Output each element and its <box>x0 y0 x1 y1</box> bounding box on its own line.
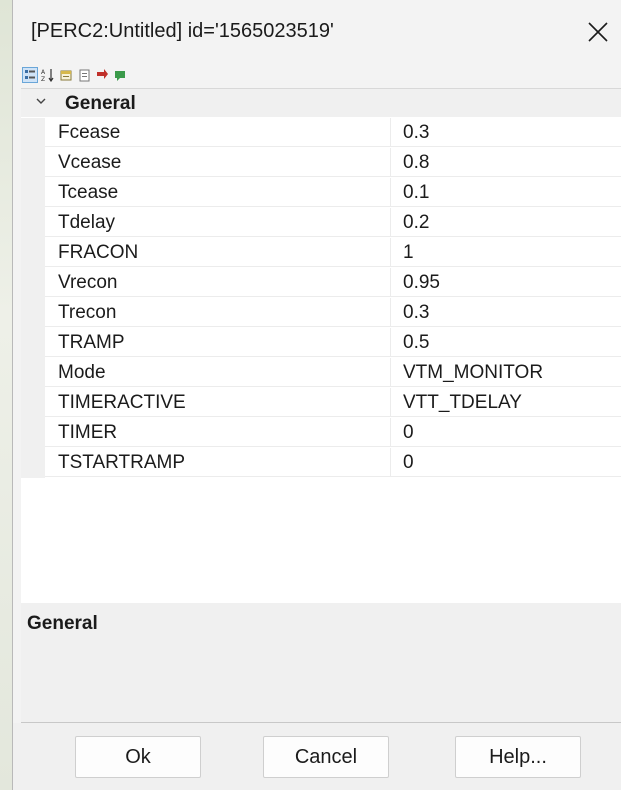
property-row[interactable]: FRACON 1 <box>21 238 621 268</box>
property-name: TSTARTRAMP <box>45 448 391 477</box>
property-name: TIMER <box>45 418 391 447</box>
property-name: Fcease <box>45 118 391 147</box>
row-gutter <box>21 358 45 388</box>
property-value[interactable]: 0.2 <box>391 208 621 237</box>
property-grid: General Fcease 0.3 Vcease 0.8 Tcease 0.1 Tdela… <box>21 88 621 604</box>
row-gutter <box>21 118 45 148</box>
property-row[interactable]: TRAMP 0.5 <box>21 328 621 358</box>
dialog-button-bar: Ok Cancel Help... <box>13 723 621 790</box>
ok-button[interactable]: Ok <box>75 736 201 778</box>
property-row[interactable]: TIMERACTIVE VTT_TDELAY <box>21 388 621 418</box>
property-row[interactable]: Trecon 0.3 <box>21 298 621 328</box>
property-row[interactable]: Tdelay 0.2 <box>21 208 621 238</box>
property-name: Trecon <box>45 298 391 327</box>
events-green-button[interactable] <box>113 68 127 82</box>
property-row[interactable]: Fcease 0.3 <box>21 118 621 148</box>
description-title: General <box>27 613 98 634</box>
title-bar[interactable]: [PERC2:Untitled] id='1565023519' <box>13 0 621 64</box>
property-row[interactable]: TSTARTRAMP 0 <box>21 448 621 478</box>
chevron-down-icon[interactable] <box>35 95 47 107</box>
property-row[interactable]: Vrecon 0.95 <box>21 268 621 298</box>
property-value[interactable]: 0 <box>391 448 621 477</box>
help-button[interactable]: Help... <box>455 736 581 778</box>
events-green-icon <box>115 71 125 81</box>
property-value[interactable]: 1 <box>391 238 621 267</box>
row-gutter <box>21 208 45 238</box>
property-value[interactable]: 0.1 <box>391 178 621 207</box>
events-red-button[interactable] <box>95 68 109 82</box>
property-value[interactable]: VTT_TDELAY <box>391 388 621 417</box>
property-name: Tdelay <box>45 208 391 237</box>
property-name: Mode <box>45 358 391 387</box>
cancel-button[interactable]: Cancel <box>263 736 389 778</box>
property-name: TRAMP <box>45 328 391 357</box>
row-gutter <box>21 238 45 268</box>
properties-button[interactable] <box>77 68 91 82</box>
property-value[interactable]: 0.3 <box>391 298 621 327</box>
property-pages-button[interactable] <box>59 68 73 82</box>
property-value[interactable]: 0.95 <box>391 268 621 297</box>
row-gutter <box>21 268 45 298</box>
property-name: TIMERACTIVE <box>45 388 391 417</box>
property-row[interactable]: TIMER 0 <box>21 418 621 448</box>
categorized-icon <box>25 70 35 79</box>
property-grid-toolbar: A Z <box>13 64 621 86</box>
description-panel: General <box>21 603 621 723</box>
property-value[interactable]: 0.8 <box>391 148 621 177</box>
property-name: Vrecon <box>45 268 391 297</box>
svg-text:A: A <box>41 69 46 76</box>
properties-icon <box>79 69 90 82</box>
property-name: Vcease <box>45 148 391 177</box>
property-name: Tcease <box>45 178 391 207</box>
categorized-button[interactable] <box>22 67 38 83</box>
row-gutter <box>21 448 45 478</box>
row-gutter <box>21 178 45 208</box>
close-button[interactable] <box>580 14 616 50</box>
property-row[interactable]: Mode VTM_MONITOR <box>21 358 621 388</box>
alphabetical-sort-icon: A Z <box>41 69 54 82</box>
property-name: FRACON <box>45 238 391 267</box>
property-pages-icon <box>60 70 72 81</box>
svg-text:Z: Z <box>41 76 45 82</box>
row-gutter <box>21 328 45 358</box>
events-red-icon <box>97 69 108 79</box>
property-value[interactable]: 0 <box>391 418 621 447</box>
property-row[interactable]: Tcease 0.1 <box>21 178 621 208</box>
property-row[interactable]: Vcease 0.8 <box>21 148 621 178</box>
row-gutter <box>21 298 45 328</box>
properties-dialog: [PERC2:Untitled] id='1565023519' A Z Gen… <box>12 0 621 790</box>
category-label: General <box>65 93 136 114</box>
property-value[interactable]: 0.5 <box>391 328 621 357</box>
row-gutter <box>21 388 45 418</box>
alphabetical-button[interactable]: A Z <box>41 68 55 82</box>
property-value[interactable]: 0.3 <box>391 118 621 147</box>
close-icon <box>588 22 608 42</box>
row-gutter <box>21 148 45 178</box>
row-gutter <box>21 418 45 448</box>
category-row-general[interactable]: General <box>21 89 621 117</box>
property-value[interactable]: VTM_MONITOR <box>391 358 621 387</box>
window-title: [PERC2:Untitled] id='1565023519' <box>31 20 334 42</box>
